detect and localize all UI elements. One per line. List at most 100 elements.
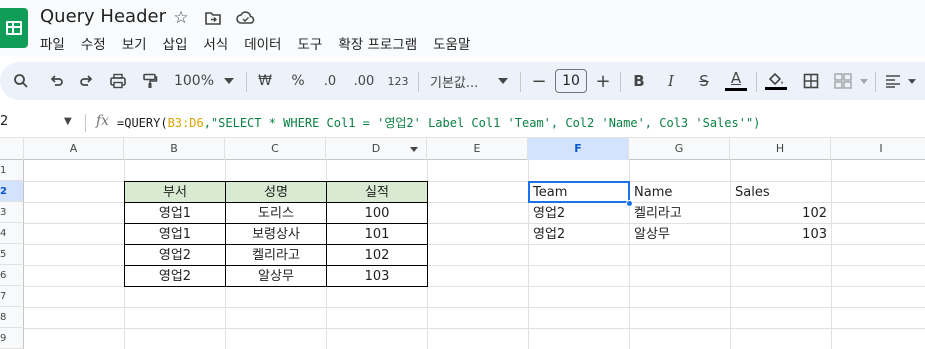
menu-view[interactable]: 보기: [122, 33, 147, 53]
column-header-h[interactable]: H: [730, 138, 831, 160]
percent-format-button[interactable]: %: [287, 62, 309, 100]
grid-line: [24, 328, 925, 329]
row-header-1[interactable]: 1: [0, 160, 24, 181]
toolbar-divider: [756, 72, 757, 92]
document-title[interactable]: Query Header: [40, 6, 166, 27]
formula-prefix: =QUERY(: [117, 116, 168, 130]
table-cell[interactable]: 알상무: [225, 265, 327, 287]
sheets-logo-icon[interactable]: [0, 8, 28, 48]
move-folder-icon[interactable]: [204, 9, 222, 27]
bold-button[interactable]: B: [628, 62, 650, 100]
horizontal-align-icon[interactable]: [882, 62, 904, 100]
toolbar: 100% ₩ % .0 .00 123 기본값... − + B I S A: [0, 62, 925, 100]
result-cell[interactable]: 영업2: [529, 224, 629, 245]
decrease-font-size-button[interactable]: −: [530, 62, 548, 100]
column-header-c[interactable]: C: [225, 138, 326, 160]
column-header-a[interactable]: A: [24, 138, 124, 160]
table-cell[interactable]: 켈리라고: [225, 244, 327, 266]
chevron-down-icon[interactable]: [496, 62, 510, 100]
italic-button[interactable]: I: [660, 62, 682, 100]
cloud-saved-icon[interactable]: [236, 9, 255, 27]
merge-cells-icon[interactable]: [832, 62, 854, 100]
chevron-down-icon[interactable]: [858, 62, 870, 100]
row-header-2[interactable]: 2: [0, 181, 24, 202]
column-header-i[interactable]: I: [831, 138, 925, 160]
result-cell[interactable]: 103: [731, 224, 831, 245]
chevron-down-icon[interactable]: [906, 62, 918, 100]
column-header-d[interactable]: D: [326, 138, 427, 160]
row-header-4[interactable]: 4: [0, 223, 24, 244]
row-header-3[interactable]: 3: [0, 202, 24, 223]
menu-extensions[interactable]: 확장 프로그램: [338, 33, 417, 53]
text-color-label: A: [730, 69, 742, 87]
table-header-cell[interactable]: 실적: [326, 181, 428, 203]
result-header-cell[interactable]: Name: [630, 182, 730, 203]
font-family-select[interactable]: 기본값...: [430, 62, 490, 100]
table-cell[interactable]: 101: [326, 223, 428, 245]
column-menu-icon[interactable]: [410, 147, 418, 152]
zoom-select[interactable]: 100%: [170, 62, 218, 100]
menu-help[interactable]: 도움말: [433, 33, 470, 53]
font-size-input[interactable]: 10: [555, 69, 587, 93]
row-header-8[interactable]: 8: [0, 307, 24, 328]
column-header-f[interactable]: F: [528, 138, 629, 160]
print-icon[interactable]: [107, 62, 129, 100]
redo-icon[interactable]: [76, 62, 98, 100]
row-header-9[interactable]: 9: [0, 328, 24, 349]
increase-decimal-label: .00: [353, 73, 375, 89]
table-cell[interactable]: 도리스: [225, 202, 327, 224]
name-box[interactable]: 2: [0, 114, 8, 129]
star-icon[interactable]: ☆: [172, 9, 190, 27]
active-cell-outline: [528, 181, 630, 203]
table-cell[interactable]: 영업1: [124, 202, 226, 224]
select-all-corner[interactable]: [0, 138, 24, 160]
currency-format-button[interactable]: ₩: [254, 62, 276, 100]
borders-icon[interactable]: [800, 62, 822, 100]
menu-file[interactable]: 파일: [40, 33, 65, 53]
column-header-g[interactable]: G: [629, 138, 730, 160]
row-header-6[interactable]: 6: [0, 265, 24, 286]
search-menus-icon[interactable]: [10, 62, 32, 100]
fill-color-button[interactable]: [764, 62, 788, 100]
table-cell[interactable]: 103: [326, 265, 428, 287]
result-header-cell[interactable]: Sales: [731, 182, 831, 203]
decrease-decimal-button[interactable]: .0: [318, 62, 342, 100]
result-cell[interactable]: 켈리라고: [630, 203, 730, 224]
menu-edit[interactable]: 수정: [81, 33, 106, 53]
table-header-cell[interactable]: 부서: [124, 181, 226, 203]
result-cell[interactable]: 알상무: [630, 224, 730, 245]
chevron-down-icon[interactable]: [222, 62, 236, 100]
table-cell[interactable]: 영업2: [124, 265, 226, 287]
title-bar: Query Header ☆ 파일 수정 보기 삽입 서식 데이터 도구 확장 …: [0, 0, 925, 56]
menu-data[interactable]: 데이터: [244, 33, 281, 53]
table-cell[interactable]: 보령상사: [225, 223, 327, 245]
result-cell[interactable]: 102: [731, 203, 831, 224]
more-formats-button[interactable]: 123: [384, 62, 412, 100]
column-header-b[interactable]: B: [124, 138, 225, 160]
row-header-7[interactable]: 7: [0, 286, 24, 307]
fill-handle[interactable]: [626, 200, 633, 207]
increase-decimal-button[interactable]: .00: [350, 62, 378, 100]
formula-bar: 2 ▼ fx =QUERY(B3:D6,"SELECT * WHERE Col1…: [0, 108, 925, 138]
column-headers: A B C D E F G H I: [0, 138, 925, 160]
spreadsheet-grid[interactable]: A B C D E F G H I 1 2 3 4 5 6 7 8 9 부서 성…: [0, 138, 925, 349]
paint-format-icon[interactable]: [139, 62, 161, 100]
chevron-down-icon[interactable]: ▼: [64, 116, 72, 127]
undo-icon[interactable]: [45, 62, 67, 100]
row-header-5[interactable]: 5: [0, 244, 24, 265]
menu-format[interactable]: 서식: [203, 33, 228, 53]
formula-input[interactable]: =QUERY(B3:D6,"SELECT * WHERE Col1 = '영업2…: [117, 114, 760, 131]
menu-tools[interactable]: 도구: [297, 33, 322, 53]
table-header-cell[interactable]: 성명: [225, 181, 327, 203]
strikethrough-button[interactable]: S: [693, 62, 715, 100]
table-cell[interactable]: 영업2: [124, 244, 226, 266]
column-header-e[interactable]: E: [427, 138, 528, 160]
table-cell[interactable]: 100: [326, 202, 428, 224]
text-color-button[interactable]: A: [724, 62, 748, 100]
table-cell[interactable]: 영업1: [124, 223, 226, 245]
increase-font-size-button[interactable]: +: [594, 62, 612, 100]
result-cell[interactable]: 영업2: [529, 203, 629, 224]
table-cell[interactable]: 102: [326, 244, 428, 266]
menu-insert[interactable]: 삽입: [163, 33, 188, 53]
toolbar-divider: [246, 72, 247, 92]
